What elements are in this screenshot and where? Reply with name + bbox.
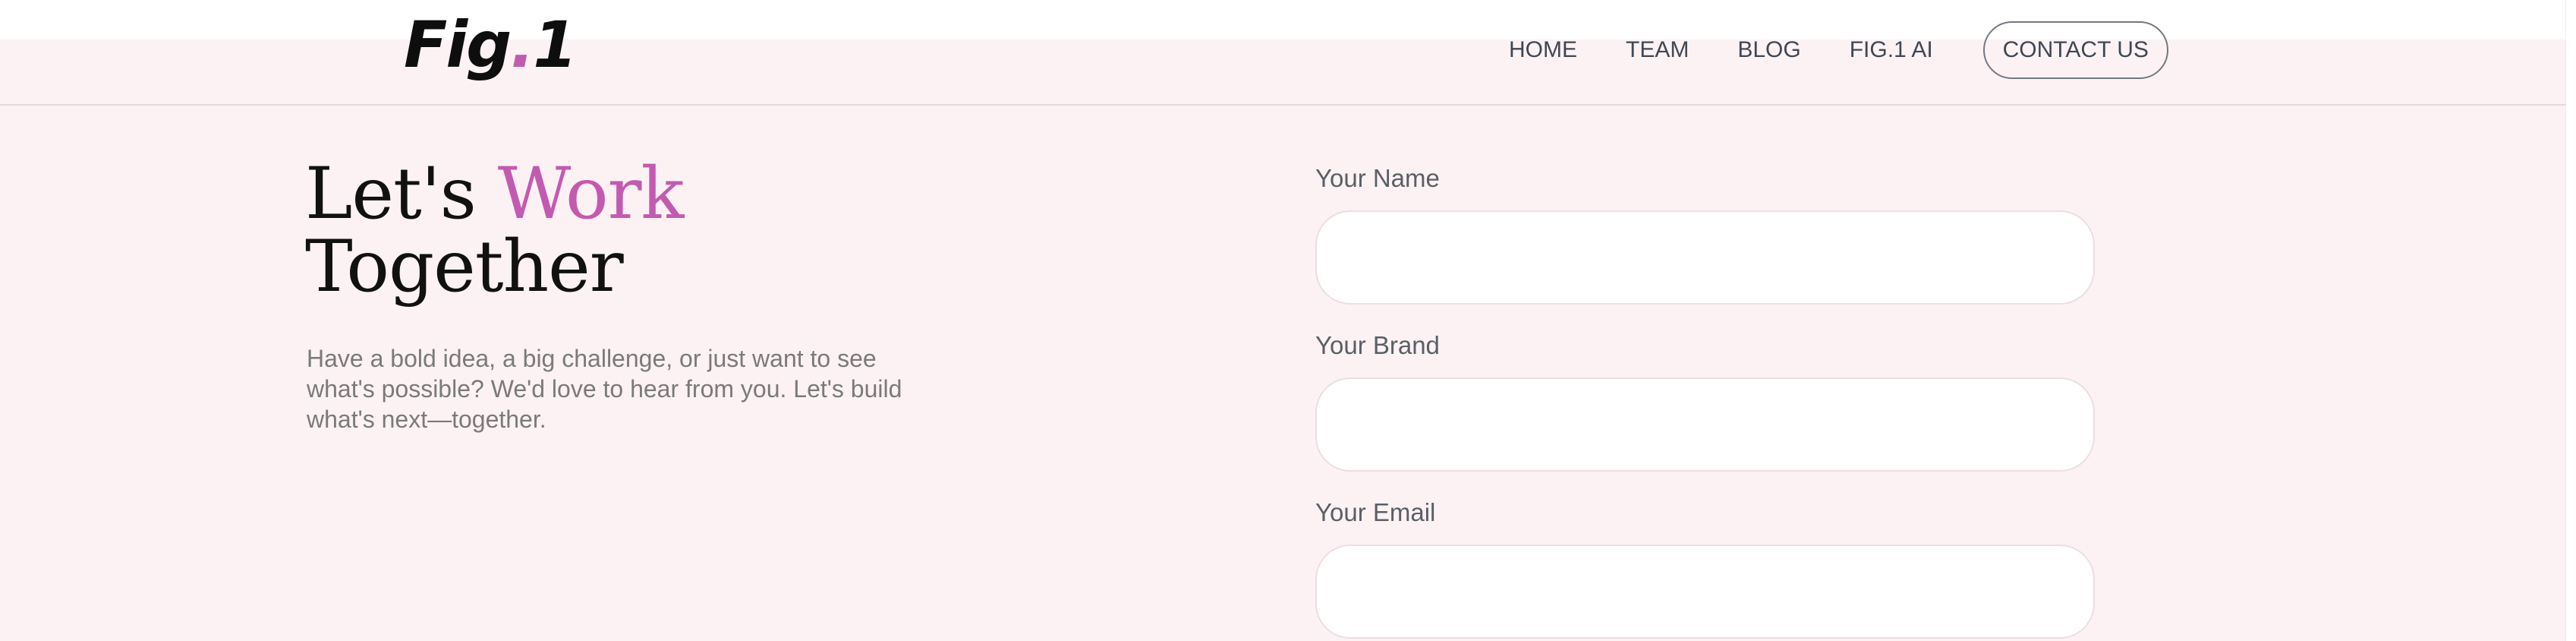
hero-description: Have a bold idea, a big challenge, or ju… — [307, 345, 902, 433]
nav-home-link[interactable]: HOME — [1509, 37, 1577, 63]
logo-text-fig: Fig — [404, 8, 512, 82]
main-nav: HOME TEAM BLOG FIG.1 AI CONTACT US — [1509, 21, 2168, 79]
logo-dot: . — [510, 8, 534, 82]
header-divider — [0, 104, 2566, 106]
nav-fig1-ai-link[interactable]: FIG.1 AI — [1850, 37, 1933, 63]
brand-input[interactable] — [1315, 377, 2095, 472]
hero-title-line-2: Together — [305, 226, 624, 308]
brand-field-label: Your Brand — [1315, 331, 1440, 359]
hero-title-lets: Let's — [305, 153, 498, 235]
hero-title: Let's Work Together — [305, 158, 685, 308]
contact-us-button[interactable]: CONTACT US — [1982, 21, 2168, 79]
email-field-label: Your Email — [1315, 498, 1436, 526]
name-field-label: Your Name — [1315, 164, 1440, 192]
email-input[interactable] — [1315, 545, 2095, 639]
logo-text-1: 1 — [533, 8, 577, 82]
hero-title-accent: Work — [497, 153, 685, 235]
fig1-logo[interactable]: Fig.1 — [404, 3, 578, 87]
page-background: Fig.1 HOME TEAM BLOG FIG.1 AI CONTACT US… — [0, 0, 2566, 641]
nav-blog-link[interactable]: BLOG — [1737, 37, 1800, 63]
nav-team-link[interactable]: TEAM — [1626, 37, 1689, 63]
hero-title-line-1: Let's Work — [305, 158, 685, 231]
page-scrollbar[interactable] — [2565, 0, 2576, 641]
name-input[interactable] — [1315, 210, 2095, 305]
header-top-band — [0, 0, 2566, 39]
